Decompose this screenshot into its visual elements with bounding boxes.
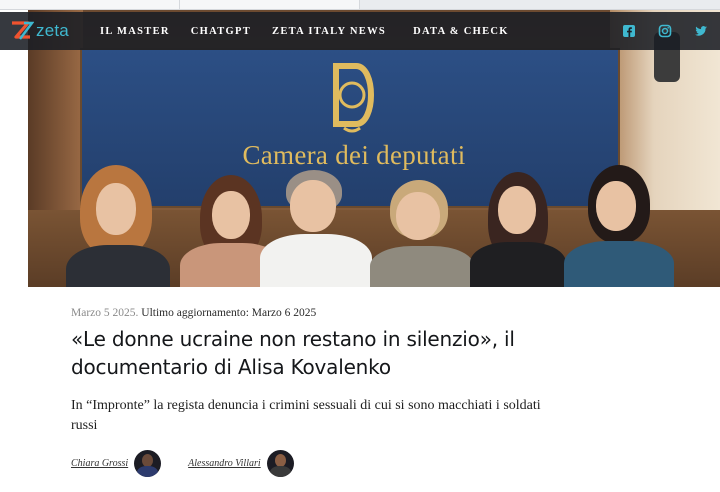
person xyxy=(58,165,178,287)
nav-item-il-master[interactable]: IL MASTER xyxy=(100,26,170,37)
person xyxy=(558,165,678,287)
person xyxy=(366,180,476,287)
site-logo[interactable]: zeta xyxy=(10,20,69,42)
hero-image: Camera dei deputati xyxy=(28,10,720,287)
publish-date: Marzo 5 2025 xyxy=(71,307,136,319)
browser-strip xyxy=(0,0,720,10)
article-title: «Le donne ucraine non restano in silenzi… xyxy=(71,327,515,379)
instagram-icon[interactable] xyxy=(658,24,672,38)
avatar[interactable] xyxy=(266,449,294,477)
nav-item-zeta-italy-news[interactable]: ZETA ITALY NEWS xyxy=(272,26,386,37)
person xyxy=(256,170,376,287)
browser-tab[interactable] xyxy=(180,0,360,9)
person xyxy=(468,172,568,287)
author-link-chiara-grossi[interactable]: Chiara Grossi xyxy=(71,458,128,469)
author-list: Chiara Grossi Alessandro Villari xyxy=(71,449,294,477)
article-meta: Marzo 5 2025. Ultimo aggiornamento: Marz… xyxy=(71,307,317,319)
logo-text: zeta xyxy=(36,21,69,40)
facebook-icon[interactable] xyxy=(622,24,636,38)
nav-item-data-check[interactable]: DATA & CHECK xyxy=(413,26,509,37)
nav-item-chatgpt[interactable]: CHATGPT xyxy=(191,26,251,37)
last-updated: Ultimo aggiornamento: Marzo 6 2025 xyxy=(141,307,317,319)
author-link-alessandro-villari[interactable]: Alessandro Villari xyxy=(188,458,261,469)
twitter-icon[interactable] xyxy=(694,24,708,38)
avatar[interactable] xyxy=(134,449,162,477)
social-links xyxy=(622,12,708,50)
top-navbar: zeta IL MASTER CHATGPT ZETA ITALY NEWS D… xyxy=(0,12,720,50)
article-subtitle: In “Impronte” la regista denuncia i crim… xyxy=(71,398,541,433)
main-nav: IL MASTER CHATGPT ZETA ITALY NEWS DATA &… xyxy=(100,12,530,50)
zeta-logo-icon xyxy=(12,21,34,40)
browser-tab[interactable] xyxy=(0,0,180,9)
camera-emblem-icon xyxy=(333,63,374,133)
